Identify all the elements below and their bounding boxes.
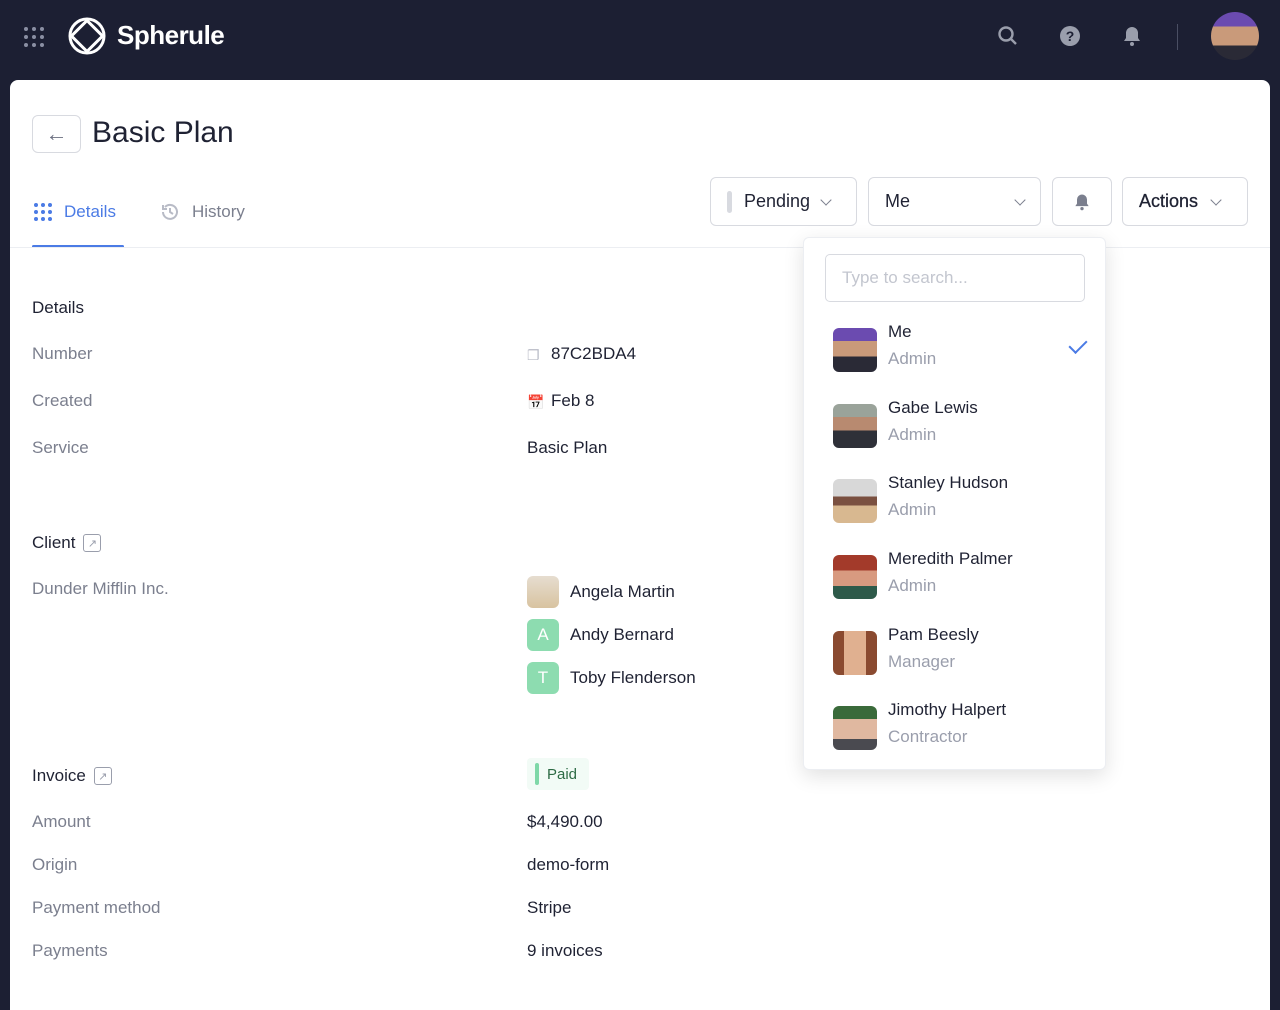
avatar	[833, 555, 877, 599]
contact-name: Andy Bernard	[570, 625, 674, 644]
details-heading: Details	[32, 298, 84, 317]
payment-method-label: Payment method	[32, 898, 161, 917]
payment-method-value: Stripe	[527, 898, 572, 917]
actions-label: Actions	[1139, 191, 1199, 211]
assignee-option[interactable]: Stanley Hudson Admin	[833, 473, 1083, 533]
grid-icon	[34, 203, 52, 221]
option-name: Pam Beesly	[888, 625, 979, 644]
option-name: Jimothy Halpert	[888, 700, 1007, 719]
service-label: Service	[32, 438, 89, 457]
assignee-option[interactable]: Meredith Palmer Admin	[833, 549, 1083, 609]
origin-label: Origin	[32, 855, 78, 874]
option-role: Manager	[888, 652, 956, 671]
client-name: Dunder Mifflin Inc.	[32, 579, 169, 598]
bell-icon	[1075, 194, 1089, 210]
back-button[interactable]: ←	[32, 115, 81, 153]
copy-icon[interactable]: ❐	[527, 347, 543, 363]
number-value: ❐ 87C2BDA4	[527, 344, 636, 364]
option-role: Admin	[888, 500, 937, 519]
avatar: T	[527, 662, 559, 694]
status-badge: Paid	[527, 758, 590, 790]
assignee-option[interactable]: Pam Beesly Manager	[833, 625, 1083, 685]
chevron-down-icon	[1210, 193, 1222, 206]
help-icon[interactable]: ?	[1058, 24, 1082, 48]
invoice-heading[interactable]: Invoice ↗	[32, 766, 112, 786]
number-label: Number	[32, 344, 93, 363]
created-label: Created	[32, 391, 93, 410]
amount-label: Amount	[32, 812, 91, 831]
external-link-icon[interactable]: ↗	[83, 534, 102, 552]
payments-value[interactable]: 9 invoices	[527, 941, 603, 961]
option-name: Gabe Lewis	[888, 398, 978, 417]
assignee-option[interactable]: Jimothy Halpert Contractor	[833, 700, 1083, 760]
arrow-left-icon: ←	[45, 121, 68, 146]
spherule-logo-icon	[68, 17, 106, 55]
assignee-label: Me	[885, 191, 911, 211]
invoice-heading-text: Invoice	[32, 766, 86, 785]
avatar: A	[527, 619, 559, 651]
avatar	[833, 479, 877, 523]
calendar-icon: 📅	[527, 394, 545, 410]
avatar	[833, 328, 877, 372]
svg-text:?: ?	[1066, 28, 1075, 44]
notifications-icon[interactable]	[1120, 24, 1144, 48]
avatar	[833, 404, 877, 448]
search-icon[interactable]	[996, 24, 1020, 48]
tab-label: History	[192, 202, 245, 221]
contact-item[interactable]: Angela Martin	[527, 576, 675, 608]
amount-value: $4,490.00	[527, 812, 603, 831]
assignee-option[interactable]: Me Admin	[833, 322, 1088, 382]
status-text: Paid	[547, 765, 578, 783]
payments-label: Payments	[32, 941, 108, 960]
assignee-option[interactable]: Gabe Lewis Admin	[833, 398, 1083, 458]
contact-item[interactable]: T Toby Flenderson	[527, 662, 696, 694]
app-grid-icon[interactable]	[24, 27, 44, 47]
avatar	[833, 706, 877, 750]
option-role: Contractor	[888, 727, 968, 746]
contact-name: Toby Flenderson	[570, 668, 696, 687]
tab-history[interactable]: History	[160, 202, 245, 222]
avatar	[833, 631, 877, 675]
status-dropdown[interactable]: Pending	[710, 177, 857, 226]
contact-name: Angela Martin	[570, 582, 675, 601]
chevron-down-icon	[1014, 193, 1026, 206]
top-bar: Spherule ?	[0, 0, 1280, 80]
option-name: Stanley Hudson	[888, 473, 1009, 492]
number-text: 87C2BDA4	[551, 344, 637, 363]
created-text: Feb 8	[551, 391, 595, 410]
status-indicator	[727, 190, 732, 213]
client-heading-text: Client	[32, 533, 76, 552]
notify-button[interactable]	[1052, 177, 1112, 226]
assignee-dropdown[interactable]: Me	[868, 177, 1041, 226]
service-value: Basic Plan	[527, 438, 608, 457]
brand-name: Spherule	[117, 20, 225, 50]
contact-item[interactable]: A Andy Bernard	[527, 619, 674, 651]
page-title: Basic Plan	[92, 116, 234, 149]
user-avatar[interactable]	[1211, 12, 1259, 60]
status-label: Pending	[744, 191, 811, 211]
client-heading[interactable]: Client ↗	[32, 533, 102, 553]
tab-label: Details	[64, 202, 116, 221]
actions-button[interactable]: Actions	[1122, 177, 1248, 226]
chevron-down-icon	[820, 193, 832, 206]
option-role: Admin	[888, 576, 937, 595]
external-link-icon[interactable]: ↗	[93, 767, 112, 785]
avatar	[527, 576, 559, 608]
tab-details[interactable]: Details	[34, 202, 116, 222]
divider	[1177, 24, 1178, 50]
history-icon	[162, 203, 178, 220]
option-name: Meredith Palmer	[888, 549, 1013, 568]
created-value: 📅 Feb 8	[527, 391, 594, 411]
option-role: Admin	[888, 425, 937, 444]
option-name: Me	[888, 322, 912, 341]
assignee-search-input[interactable]	[825, 254, 1085, 302]
assignee-menu: Me Admin Gabe Lewis Admin Stanley Hudson Ad…	[803, 237, 1106, 770]
option-role: Admin	[888, 349, 937, 368]
check-icon	[1068, 334, 1088, 355]
origin-value: demo-form	[527, 855, 610, 874]
